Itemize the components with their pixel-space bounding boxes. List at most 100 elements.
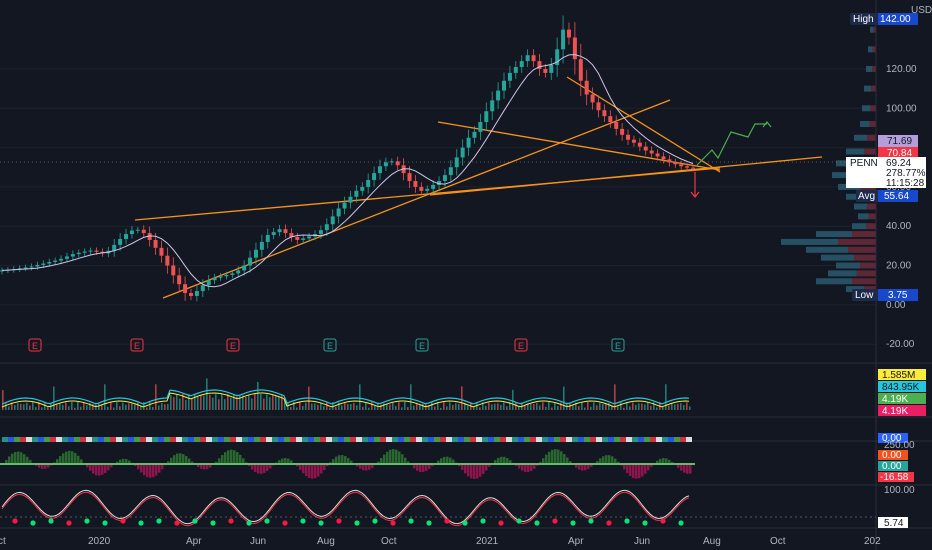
candle-body [543, 68, 548, 73]
svg-text:E: E [327, 341, 333, 351]
strip-cell [344, 437, 350, 442]
strip-cell [266, 437, 272, 442]
oscillator-bar [626, 464, 629, 474]
oscillator-bar [548, 451, 551, 464]
time-tick-label: Jun [250, 536, 266, 547]
volume-profile-bar-down [872, 65, 876, 72]
strip-cell [8, 437, 14, 442]
volume-bar [584, 407, 586, 410]
candle-body [29, 266, 34, 268]
volume-bar [230, 397, 232, 410]
volume-profile-bar-up [860, 121, 870, 127]
strip-cell [314, 437, 320, 442]
volume-profile-bar-down [864, 148, 876, 155]
strip-cell [518, 437, 524, 442]
price-tick-label: 120.00 [886, 64, 917, 75]
volume-profile-bar-down [860, 262, 876, 269]
oscillator-bar [524, 464, 527, 472]
price-chart[interactable]: EEEEEEE 120.00100.0080.0060.0040.0020.00… [0, 0, 932, 550]
oscillator-bar [338, 455, 341, 464]
signal-dot [498, 520, 504, 526]
candle-body [431, 184, 436, 189]
price-tick-label: 100.00 [886, 103, 917, 114]
oscillator-bar [77, 455, 80, 464]
strip-cell [674, 437, 680, 442]
strip-cell [38, 437, 44, 442]
signal-dot [264, 518, 270, 524]
volume-profile-bar-up [828, 270, 857, 277]
vol-tag-2: 843.95K [882, 382, 920, 393]
oscillator-bar [317, 464, 320, 477]
volume-bar [8, 406, 10, 410]
volume-bar [62, 404, 64, 410]
signal-dot [138, 520, 144, 526]
signal-dot [12, 518, 18, 524]
strip-cell [104, 437, 110, 442]
strip-cell [86, 437, 92, 442]
oscillator-bar [224, 452, 227, 464]
volume-bar [578, 406, 580, 410]
candle-body [584, 80, 589, 95]
volume-bar [104, 384, 106, 410]
volume-bar [404, 402, 406, 410]
oscillator-bar [527, 464, 530, 473]
volume-bar [452, 404, 454, 410]
candle-body [129, 230, 134, 235]
volume-bar [536, 402, 538, 410]
strip-cell [284, 437, 290, 442]
oscillator-bar [11, 453, 14, 464]
strip-cell [464, 437, 470, 442]
volume-bar [125, 404, 127, 410]
oscillator-bar [17, 451, 20, 464]
strip-cell [332, 437, 338, 442]
strip-cell [350, 437, 356, 442]
volume-bar [290, 407, 292, 410]
candle-body [307, 236, 312, 239]
indicator-pane-strip[interactable] [2, 437, 692, 442]
volume-bar [185, 399, 187, 410]
volume-bar [677, 403, 679, 410]
strip-cell [494, 437, 500, 442]
strip-cell [212, 437, 218, 442]
oscillator-bar [629, 464, 632, 476]
strip-cell [512, 437, 518, 442]
strip-cell [278, 437, 284, 442]
strip-cell [242, 437, 248, 442]
candle-body [572, 37, 577, 60]
price-tick-label: 0.00 [886, 300, 906, 311]
volume-bar [119, 406, 121, 410]
candle-body [283, 229, 288, 234]
bar-countdown: 11:15:28 [886, 178, 925, 189]
strip-cell [368, 437, 374, 442]
svg-text:E: E [230, 341, 236, 351]
oscillator-bar [62, 453, 65, 464]
candle-body [590, 94, 595, 103]
volume-bar [515, 402, 517, 410]
time-tick-label: 2021 [476, 536, 499, 547]
candle-body [59, 258, 64, 261]
candle-body [643, 146, 648, 151]
candle-body [578, 59, 583, 81]
oscillator-bar [143, 464, 146, 476]
oscillator-bar [401, 454, 404, 464]
volume-bar [542, 402, 544, 410]
strip-cell [470, 437, 476, 442]
oscillator-bar [65, 451, 68, 464]
signal-dot [552, 518, 558, 524]
candle-body [507, 72, 512, 81]
volume-bar [557, 405, 559, 410]
candle-body [76, 252, 81, 255]
volume-bar [29, 405, 31, 410]
candle-body [566, 29, 571, 38]
candle-body [490, 100, 495, 112]
oscillator-bar [383, 454, 386, 464]
signal-dot [444, 518, 450, 524]
volume-bar [65, 402, 67, 410]
volume-bar [272, 395, 274, 410]
candle-body [655, 153, 660, 157]
volume-bar [101, 405, 103, 410]
volume-bar [638, 403, 640, 410]
oscillator-bar [467, 464, 470, 477]
volume-bar [398, 402, 400, 410]
signal-dot [570, 520, 576, 526]
